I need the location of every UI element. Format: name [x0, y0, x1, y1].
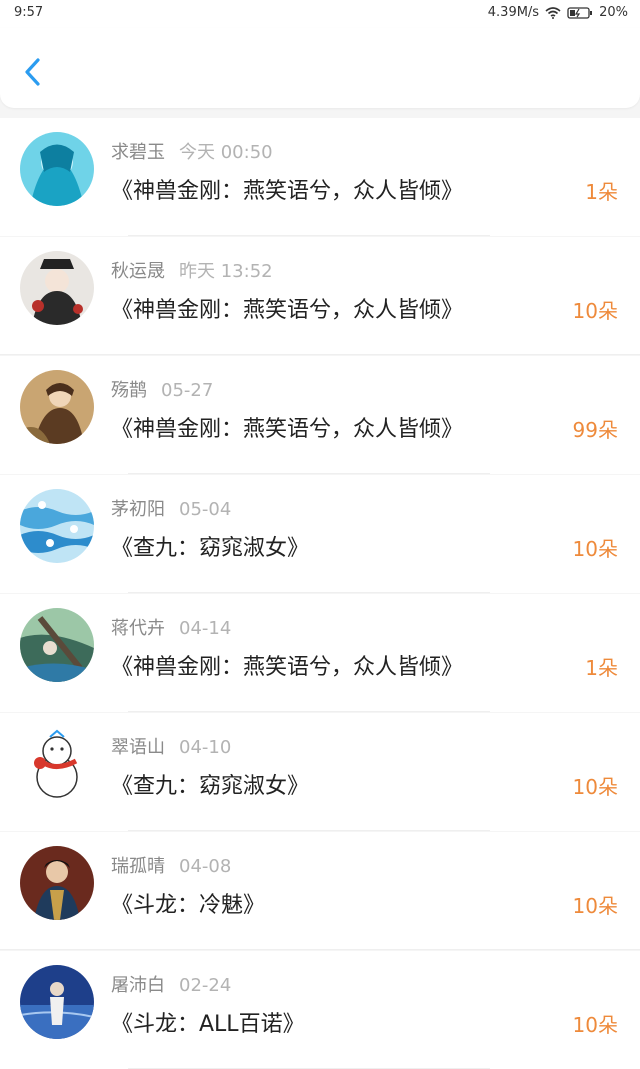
- list-item[interactable]: 蒋代卉 04-14 《神兽金刚：燕笑语兮，众人皆倾》 1朵: [0, 594, 640, 712]
- divider: [0, 949, 640, 950]
- divider: [128, 473, 490, 474]
- flower-count: 10朵: [572, 299, 618, 323]
- send-date: 昨天 13:52: [179, 261, 273, 282]
- flower-count: 10朵: [572, 537, 618, 561]
- list-item[interactable]: 秋运晟 昨天 13:52 《神兽金刚：燕笑语兮，众人皆倾》 10朵: [0, 237, 640, 355]
- divider: [128, 830, 490, 831]
- send-date: 04-08: [179, 856, 232, 877]
- header: [0, 28, 640, 108]
- sender-name: 秋运晟: [111, 261, 165, 282]
- sender-name: 殇鹊: [111, 380, 147, 401]
- send-date: 04-10: [179, 737, 232, 758]
- send-date: 05-04: [179, 499, 232, 520]
- sender-line: 殇鹊 05-27: [111, 376, 213, 402]
- status-bar: 9:57 4.39M/s 20%: [0, 0, 640, 28]
- list-item[interactable]: 殇鹊 05-27 《神兽金刚：燕笑语兮，众人皆倾》 99朵: [0, 356, 640, 474]
- sender-name: 蒋代卉: [111, 618, 165, 639]
- divider: [128, 711, 490, 712]
- send-date: 02-24: [179, 975, 232, 996]
- send-date: 今天 00:50: [179, 142, 273, 163]
- status-time: 9:57: [14, 5, 44, 20]
- work-title[interactable]: 《查九：窈窕淑女》: [111, 530, 309, 562]
- sender-name: 瑞孤晴: [111, 856, 165, 877]
- flower-count: 1朵: [585, 180, 618, 204]
- flower-count: 10朵: [572, 1013, 618, 1037]
- divider: [128, 235, 490, 236]
- sender-line: 茅初阳 05-04: [111, 495, 231, 521]
- sender-name: 翠语山: [111, 737, 165, 758]
- divider: [0, 354, 640, 355]
- sender-line: 屠沛白 02-24: [111, 971, 231, 997]
- avatar[interactable]: [20, 727, 94, 801]
- chevron-left-icon: [25, 58, 40, 86]
- avatar[interactable]: [20, 370, 94, 444]
- avatar[interactable]: [20, 846, 94, 920]
- work-title[interactable]: 《神兽金刚：燕笑语兮，众人皆倾》: [111, 173, 463, 205]
- back-button[interactable]: [18, 52, 50, 92]
- sender-name: 屠沛白: [111, 975, 165, 996]
- send-date: 05-27: [161, 380, 214, 401]
- avatar[interactable]: [20, 608, 94, 682]
- battery-icon: [567, 6, 593, 19]
- work-title[interactable]: 《神兽金刚：燕笑语兮，众人皆倾》: [111, 649, 463, 681]
- flower-count: 99朵: [572, 418, 618, 442]
- sender-name: 求碧玉: [111, 142, 165, 163]
- list-item[interactable]: 屠沛白 02-24 《斗龙：ALL百诺》 10朵: [0, 951, 640, 1069]
- list-item[interactable]: 瑞孤晴 04-08 《斗龙：冷魅》 10朵: [0, 832, 640, 950]
- divider: [128, 592, 490, 593]
- avatar[interactable]: [20, 489, 94, 563]
- work-title[interactable]: 《斗龙：冷魅》: [111, 887, 265, 919]
- sender-line: 瑞孤晴 04-08: [111, 852, 231, 878]
- work-title[interactable]: 《查九：窈窕淑女》: [111, 768, 309, 800]
- battery-level: 20%: [599, 5, 628, 20]
- sender-name: 茅初阳: [111, 499, 165, 520]
- work-title[interactable]: 《斗龙：ALL百诺》: [111, 1006, 305, 1038]
- work-title[interactable]: 《神兽金刚：燕笑语兮，众人皆倾》: [111, 411, 463, 443]
- flower-count: 10朵: [572, 894, 618, 918]
- sender-line: 翠语山 04-10: [111, 733, 231, 759]
- list-item[interactable]: 翠语山 04-10 《查九：窈窕淑女》 10朵: [0, 713, 640, 831]
- flower-count: 10朵: [572, 775, 618, 799]
- list-item[interactable]: 茅初阳 05-04 《查九：窈窕淑女》 10朵: [0, 475, 640, 593]
- sender-line: 求碧玉 今天 00:50: [111, 138, 273, 164]
- sender-line: 秋运晟 昨天 13:52: [111, 257, 273, 283]
- network-speed: 4.39M/s: [487, 5, 540, 20]
- avatar[interactable]: [20, 251, 94, 325]
- work-title[interactable]: 《神兽金刚：燕笑语兮，众人皆倾》: [111, 292, 463, 324]
- flower-count: 1朵: [585, 656, 618, 680]
- status-right: 4.39M/s 20%: [488, 5, 628, 20]
- sender-line: 蒋代卉 04-14: [111, 614, 231, 640]
- wifi-icon: [545, 6, 561, 19]
- list-item[interactable]: 求碧玉 今天 00:50 《神兽金刚：燕笑语兮，众人皆倾》 1朵: [0, 118, 640, 236]
- avatar[interactable]: [20, 132, 94, 206]
- avatar[interactable]: [20, 965, 94, 1039]
- send-date: 04-14: [179, 618, 232, 639]
